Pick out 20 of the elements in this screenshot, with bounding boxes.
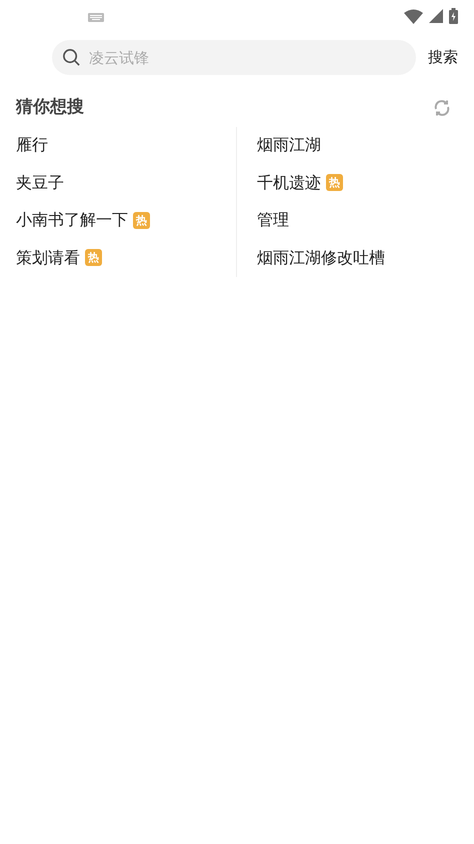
suggestion-link[interactable]: 千机遗迹 xyxy=(257,170,321,195)
hot-badge: 热 xyxy=(133,212,150,229)
section-title: 猜你想搜 xyxy=(16,96,84,119)
suggestion-link[interactable]: 烟雨江湖修改吐槽 xyxy=(257,246,385,270)
hot-badge: 热 xyxy=(326,174,343,192)
signal-icon xyxy=(429,9,443,23)
search-icon xyxy=(62,48,81,67)
suggestion-link[interactable]: 管理 xyxy=(257,208,289,232)
suggestion-link[interactable]: 小南书了解一下 xyxy=(16,208,128,232)
search-button[interactable]: 搜索 xyxy=(428,46,458,69)
suggestion-link[interactable]: 夹豆子 xyxy=(16,170,64,195)
suggestion-link[interactable]: 雁行 xyxy=(16,133,48,158)
keyboard-icon xyxy=(88,12,104,22)
wifi-icon xyxy=(404,8,423,24)
suggestion-link[interactable]: 策划请看 xyxy=(16,246,80,270)
suggestion-link[interactable]: 烟雨江湖 xyxy=(257,133,321,158)
search-field[interactable]: 凌云试锋 xyxy=(52,40,416,75)
hot-badge: 热 xyxy=(85,249,102,266)
battery-icon xyxy=(449,8,458,24)
refresh-icon[interactable] xyxy=(432,98,452,118)
